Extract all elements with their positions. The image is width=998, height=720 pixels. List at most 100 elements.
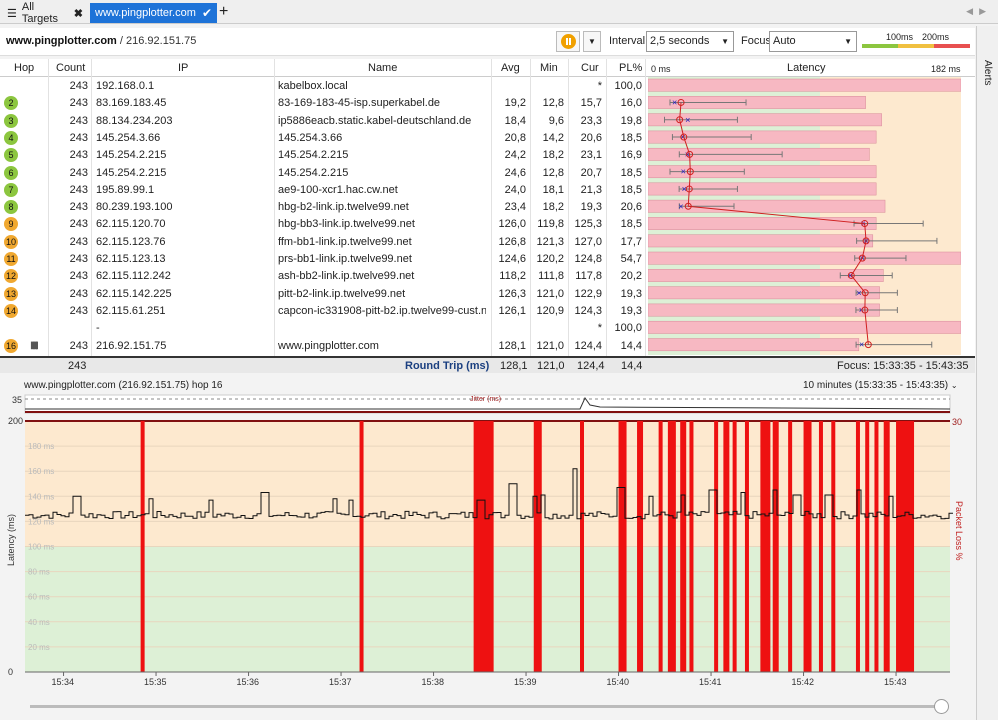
interval-select[interactable]: 2,5 seconds ▼ <box>646 31 734 52</box>
packet-loss-bar <box>874 421 879 672</box>
jitter-max-label: 35 <box>12 395 22 405</box>
y-tick-label: 80 ms <box>28 568 50 577</box>
y-tick-label: 180 ms <box>28 442 54 451</box>
y-tick-label: 160 ms <box>28 467 54 476</box>
pause-dropdown-button[interactable]: ▼ <box>583 31 601 52</box>
cell-cur: 23,3 <box>580 114 602 127</box>
cell-min: 121,0 <box>536 339 564 352</box>
cell-min: 12,8 <box>542 166 564 179</box>
bar-chart-icon[interactable]: ▮▮▮ <box>30 340 38 351</box>
hop-number-badge: 14 <box>4 303 18 318</box>
hop-row[interactable]: - * 100,0 <box>0 320 648 337</box>
x-tick-label: 15:39 <box>514 677 537 687</box>
cell-name: www.pingplotter.com <box>278 339 379 352</box>
cell-ip: 62.115.112.242 <box>96 270 171 283</box>
packet-loss-bar <box>723 421 730 672</box>
hop-number-badge: 6 <box>4 165 18 180</box>
hamburger-icon[interactable]: ☰ <box>7 7 17 20</box>
cell-min: 18,2 <box>542 201 564 214</box>
grid-header: Hop Count IP Name Avg Min Cur PL% 0 ms L… <box>0 59 975 77</box>
cell-pl: 18,5 <box>620 131 642 144</box>
current-latency-marker: × <box>681 167 686 177</box>
col-avg[interactable]: Avg <box>501 62 520 74</box>
cell-count: 243 <box>69 166 88 179</box>
col-count[interactable]: Count <box>56 62 85 74</box>
col-cur[interactable]: Cur <box>581 62 599 74</box>
cell-ip: 62.115.142.225 <box>96 287 172 300</box>
cell-name: hbg-b2-link.ip.twelve99.net <box>278 201 409 214</box>
hop-row[interactable]: 8 243 80.239.193.100 hbg-b2-link.ip.twelve9… <box>0 199 648 216</box>
hop-row[interactable]: 12 243 62.115.112.242 ash-bb2-link.ip.twelv… <box>0 268 648 285</box>
packet-loss-bar <box>648 338 860 352</box>
focus-select[interactable]: Auto ▼ <box>769 31 857 52</box>
cell-name: pitt-b2-link.ip.twelve99.net <box>278 287 406 300</box>
packet-loss-bar <box>648 303 880 317</box>
packet-loss-bar <box>760 421 771 672</box>
scale-red-bar <box>934 44 970 48</box>
pause-button[interactable] <box>556 31 580 52</box>
y-tick-label: 140 ms <box>28 492 54 501</box>
cell-pl: 14,4 <box>620 339 642 352</box>
hop-row[interactable]: 14 243 62.115.61.251 capcon-ic331908-pitt-b… <box>0 303 648 320</box>
tab-scroll-arrows[interactable]: ◀▶ <box>966 6 992 17</box>
cell-cur: 124,4 <box>574 339 602 352</box>
cell-count: 243 <box>69 253 88 265</box>
col-lat-start: 0 ms <box>651 64 671 74</box>
jitter-label: Jitter (ms) <box>470 396 501 403</box>
hop-row[interactable]: 3 243 88.134.234.203 ip5886eacb.static.kabe… <box>0 113 648 130</box>
col-min[interactable]: Min <box>540 62 558 74</box>
hop-row[interactable]: 243 192.168.0.1 kabelbox.local * 100,0 <box>0 78 648 95</box>
cell-cur: * <box>597 80 602 92</box>
hop-row[interactable]: 5 243 145.254.2.215 145.254.2.215 24,2 18,2 23… <box>0 147 648 164</box>
hop-row[interactable]: 4 243 145.254.3.66 145.254.3.66 20,8 14,2 20,6… <box>0 130 648 147</box>
time-scrollbar[interactable] <box>30 705 945 708</box>
interval-value: 2,5 seconds <box>650 35 710 47</box>
hop-row[interactable]: 16 ▮▮▮ 243 216.92.151.75 www.pingplotter.com… <box>0 338 648 355</box>
cell-count: 243 <box>69 149 88 162</box>
hop-row[interactable]: 6 243 145.254.2.215 145.254.2.215 24,6 12,8 20… <box>0 165 648 182</box>
col-name[interactable]: Name <box>368 62 397 74</box>
cell-cur: 127,0 <box>574 235 602 248</box>
cell-cur: 15,7 <box>580 97 602 110</box>
add-tab-button[interactable]: + <box>219 3 228 21</box>
summary-label: Round Trip (ms) <box>405 360 490 372</box>
cell-pl: 16,9 <box>620 149 642 162</box>
cell-ip: 88.134.234.203 <box>96 114 173 127</box>
cell-pl: 18,5 <box>620 183 642 196</box>
y-axis-label: Latency (ms) <box>6 514 16 566</box>
x-tick-label: 15:38 <box>422 677 445 687</box>
cell-avg: 118,2 <box>499 270 526 283</box>
hop-row[interactable]: 11 243 62.115.123.13 prs-bb1-link.ip.twelve… <box>0 251 648 268</box>
x-tick-label: 15:36 <box>237 677 260 687</box>
cell-pl: 16,0 <box>620 97 642 110</box>
cell-min: 121,3 <box>536 235 564 248</box>
hop-row[interactable]: 7 243 195.89.99.1 ae9-100-xcr1.hac.cw.net 24… <box>0 182 648 199</box>
close-icon[interactable]: ✖ <box>74 7 83 20</box>
col-ip[interactable]: IP <box>178 62 188 74</box>
hop-row[interactable]: 13 243 62.115.142.225 pitt-b2-link.ip.twelv… <box>0 286 648 303</box>
chart-range[interactable]: 10 minutes (15:33:35 - 15:43:35) ⌄ <box>803 380 958 391</box>
tab-all-targets[interactable]: ☰ All Targets ✖ <box>2 1 88 25</box>
time-scrollbar-thumb[interactable] <box>934 699 949 714</box>
packet-loss-bar <box>803 421 812 672</box>
col-hop[interactable]: Hop <box>14 62 34 74</box>
interval-label: Interval <box>609 35 646 47</box>
packet-loss-bar <box>689 421 694 672</box>
chevron-down-icon: ⌄ <box>950 381 958 390</box>
check-icon: ✔ <box>201 6 212 20</box>
pause-icon <box>561 34 576 49</box>
cell-pl: 54,7 <box>620 253 642 265</box>
tab-pingplotter[interactable]: www.pingplotter.com ✔ <box>90 3 217 23</box>
hop-row[interactable]: 9 243 62.115.120.70 hbg-bb3-link.ip.twelve9… <box>0 216 648 233</box>
cell-pl: 19,8 <box>620 114 642 127</box>
col-pl[interactable]: PL% <box>619 62 642 74</box>
alerts-sidebar[interactable]: Alerts <box>976 26 998 720</box>
hop-row[interactable]: 10 243 62.115.123.76 ffm-bb1-link.ip.twelve… <box>0 234 648 251</box>
hop-number-badge: 16 <box>4 338 18 353</box>
target-host: www.pingplotter.com <box>6 35 117 47</box>
cell-count: 243 <box>69 131 88 144</box>
col-latency[interactable]: Latency <box>787 62 826 74</box>
hop-row[interactable]: 2 243 83.169.183.45 83-169-183-45-isp.super… <box>0 95 648 112</box>
time-graph-pane: www.pingplotter.com (216.92.151.75) hop … <box>0 377 975 717</box>
cell-ip: 145.254.2.215 <box>96 149 167 162</box>
